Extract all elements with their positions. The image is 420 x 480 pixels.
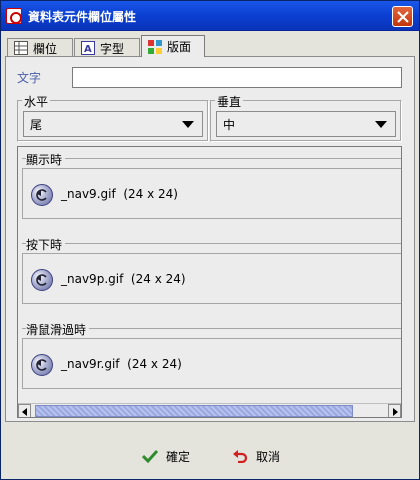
nav-back-pressed-icon (31, 269, 53, 291)
ok-button[interactable]: 確定 (142, 444, 190, 468)
horizontal-title: 水平 (22, 93, 51, 110)
text-field-label: 文字 (17, 71, 42, 85)
vertical-group: 垂直 中 (210, 93, 402, 142)
arrow-left-icon (22, 408, 27, 416)
title-bar[interactable]: 資料表元件欄位屬性 (1, 1, 419, 31)
cancel-button[interactable]: 取消 (232, 444, 280, 468)
horizontal-scrollbar[interactable] (18, 403, 401, 417)
state-normal-title: 顯示時 (26, 151, 66, 168)
undo-icon (233, 450, 248, 463)
state-hover-image[interactable]: _nav9r.gif (24 x 24) (22, 338, 401, 389)
horizontal-value: 尾 (30, 117, 43, 132)
text-input[interactable] (72, 67, 402, 88)
tab-layout-label: 版面 (167, 40, 192, 54)
tab-font-label: 字型 (100, 41, 125, 56)
cancel-label: 取消 (256, 449, 281, 464)
window-title: 資料表元件欄位屬性 (28, 10, 137, 24)
layout-icon (148, 39, 162, 54)
vertical-select[interactable]: 中 (216, 111, 396, 137)
nav-back-icon (31, 184, 53, 206)
tab-font[interactable]: A 字型 (74, 38, 140, 57)
state-pressed-title: 按下時 (26, 236, 66, 253)
close-icon (397, 11, 409, 23)
scroll-right-button[interactable] (388, 404, 401, 417)
dialog-window: 資料表元件欄位屬性 欄位 A 字型 版面 文字 水平 尾 垂直 中 顯示時 _n… (0, 0, 420, 480)
image-states-scroll[interactable]: 顯示時 _nav9.gif (24 x 24) 按下時 _nav9p.gif (… (17, 146, 402, 418)
state-pressed: 按下時 _nav9p.gif (24 x 24) (22, 236, 401, 304)
close-button[interactable] (392, 6, 413, 27)
scroll-thumb[interactable] (35, 405, 353, 417)
app-icon (6, 8, 22, 24)
scroll-left-button[interactable] (18, 404, 31, 417)
vertical-value: 中 (223, 117, 236, 132)
font-icon: A (81, 41, 95, 55)
chevron-down-icon (182, 121, 194, 128)
tab-fields-label: 欄位 (33, 41, 58, 56)
ok-label: 確定 (166, 449, 191, 464)
horizontal-group: 水平 尾 (17, 93, 209, 142)
state-hover: 滑鼠滑過時 _nav9r.gif (24 x 24) (22, 321, 401, 389)
state-hover-title: 滑鼠滑過時 (26, 321, 90, 338)
tab-fields[interactable]: 欄位 (7, 38, 73, 57)
nav-back-hover-icon (31, 354, 53, 376)
arrow-right-icon (393, 408, 398, 416)
state-pressed-file: _nav9p.gif (24 x 24) (61, 272, 186, 286)
chevron-down-icon (375, 121, 387, 128)
state-normal: 顯示時 _nav9.gif (24 x 24) (22, 151, 401, 219)
divider (22, 158, 401, 159)
tab-layout[interactable]: 版面 (141, 35, 205, 57)
grid-icon (14, 41, 28, 55)
horizontal-select[interactable]: 尾 (23, 111, 203, 137)
svg-text:A: A (84, 44, 92, 55)
state-pressed-image[interactable]: _nav9p.gif (24 x 24) (22, 253, 401, 304)
state-normal-file: _nav9.gif (24 x 24) (61, 187, 178, 201)
divider (22, 243, 401, 244)
check-icon (142, 449, 158, 463)
state-hover-file: _nav9r.gif (24 x 24) (61, 357, 182, 371)
vertical-title: 垂直 (215, 93, 244, 110)
state-normal-image[interactable]: _nav9.gif (24 x 24) (22, 168, 401, 219)
